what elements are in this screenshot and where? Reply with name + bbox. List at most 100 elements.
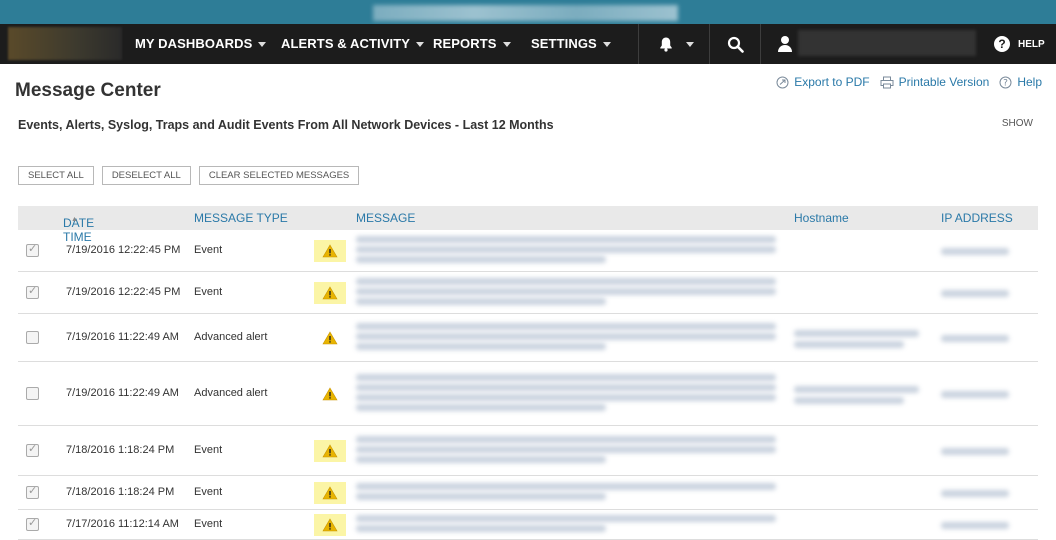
row-datetime: 7/19/2016 11:22:49 AM — [66, 331, 179, 343]
nav-settings[interactable]: SETTINGS — [531, 24, 611, 64]
row-checkbox[interactable] — [26, 242, 39, 257]
user-icon — [778, 36, 792, 52]
row-datetime: 7/18/2016 1:18:24 PM — [66, 444, 175, 456]
message-redacted — [356, 256, 606, 263]
table-row[interactable]: 7/18/2016 1:18:24 PM Event — [18, 476, 1038, 510]
deselect-all-button[interactable]: DESELECT ALL — [101, 166, 191, 185]
banner-redacted-text — [373, 5, 678, 21]
user-name-redacted[interactable] — [798, 30, 976, 56]
nav-divider — [638, 24, 639, 64]
row-message-type: Event — [194, 444, 223, 456]
table-row[interactable]: 7/19/2016 11:22:49 AM Advanced alert — [18, 362, 1038, 426]
top-banner — [0, 0, 1056, 24]
row-checkbox[interactable] — [26, 484, 39, 499]
export-pdf-link[interactable]: Export to PDF — [776, 75, 870, 89]
table-header: DATE TIME ▲ MESSAGE TYPE MESSAGE Hostname… — [18, 206, 1038, 244]
nav-label: SETTINGS — [531, 36, 597, 51]
col-message[interactable]: MESSAGE — [356, 211, 415, 225]
nav-my-dashboards[interactable]: MY DASHBOARDS — [135, 24, 267, 64]
message-table: DATE TIME ▲ MESSAGE TYPE MESSAGE Hostname… — [18, 206, 1038, 540]
chevron-down-icon — [686, 41, 694, 47]
row-message-type: Event — [194, 286, 223, 298]
show-toggle[interactable]: SHOW — [1002, 118, 1033, 129]
warning-icon — [314, 327, 346, 349]
user-button[interactable] — [772, 24, 798, 64]
col-hostname[interactable]: Hostname — [794, 211, 849, 225]
table-row[interactable]: 7/18/2016 1:18:24 PM Event — [18, 426, 1038, 476]
ip-redacted — [941, 248, 1009, 255]
nav-divider — [760, 24, 761, 64]
table-row[interactable]: 7/19/2016 12:22:45 PM Event — [18, 272, 1038, 314]
message-redacted — [356, 493, 606, 500]
nav-divider — [709, 24, 710, 64]
row-checkbox[interactable] — [26, 284, 39, 299]
row-checkbox[interactable] — [26, 516, 39, 531]
section-subtitle: Events, Alerts, Syslog, Traps and Audit … — [18, 118, 554, 132]
row-message-type: Event — [194, 244, 223, 256]
help-link[interactable]: ? Help — [999, 75, 1042, 89]
message-redacted — [356, 246, 776, 253]
col-message-type[interactable]: MESSAGE TYPE — [194, 211, 288, 225]
warning-icon — [314, 482, 346, 504]
page-actions: Export to PDF Printable Version ? Help — [776, 75, 1042, 89]
message-redacted — [356, 515, 776, 522]
nav-reports[interactable]: REPORTS — [433, 24, 511, 64]
row-message-type: Event — [194, 486, 223, 498]
ip-redacted — [941, 448, 1009, 455]
message-redacted — [356, 236, 776, 243]
warning-icon — [314, 383, 346, 405]
ip-redacted — [941, 490, 1009, 497]
bell-icon — [660, 37, 672, 52]
hostname-redacted — [794, 397, 904, 404]
svg-text:?: ? — [1003, 78, 1008, 88]
notifications-button[interactable] — [656, 24, 696, 64]
ip-redacted — [941, 522, 1009, 529]
sort-icon: ▲ — [71, 216, 78, 223]
message-redacted — [356, 333, 776, 340]
row-datetime: 7/19/2016 12:22:45 PM — [66, 244, 181, 256]
row-datetime: 7/19/2016 11:22:49 AM — [66, 387, 179, 399]
printable-version-label: Printable Version — [898, 75, 990, 89]
table-body: 7/19/2016 12:22:45 PMEvent7/19/2016 12:2… — [18, 230, 1038, 540]
row-checkbox[interactable] — [26, 331, 39, 344]
col-ip-address[interactable]: IP ADDRESS — [941, 211, 1013, 225]
row-datetime: 7/17/2016 11:12:14 AM — [66, 518, 179, 530]
search-icon — [727, 36, 744, 53]
message-redacted — [356, 374, 776, 381]
hostname-redacted — [794, 386, 919, 393]
nav-label: MY DASHBOARDS — [135, 36, 253, 51]
logo[interactable] — [8, 27, 122, 60]
message-redacted — [356, 384, 776, 391]
export-pdf-label: Export to PDF — [794, 75, 870, 89]
ip-redacted — [941, 391, 1009, 398]
message-redacted — [356, 404, 606, 411]
row-datetime: 7/18/2016 1:18:24 PM — [66, 486, 175, 498]
table-row[interactable]: 7/19/2016 12:22:45 PM Event — [18, 230, 1038, 272]
clear-selected-button[interactable]: CLEAR SELECTED MESSAGES — [198, 166, 360, 185]
message-redacted — [356, 456, 606, 463]
table-row[interactable]: 7/17/2016 11:12:14 AM Event — [18, 510, 1038, 540]
chevron-down-icon — [258, 42, 267, 48]
row-message-type: Event — [194, 518, 223, 530]
row-checkbox[interactable] — [26, 442, 39, 457]
search-button[interactable] — [718, 24, 752, 64]
message-redacted — [356, 525, 606, 532]
printer-icon — [880, 76, 894, 88]
ip-redacted — [941, 290, 1009, 297]
warning-icon — [314, 282, 346, 304]
help-link-label: Help — [1017, 75, 1042, 89]
row-message-type: Advanced alert — [194, 387, 268, 399]
printable-version-link[interactable]: Printable Version — [880, 75, 990, 89]
select-all-button[interactable]: SELECT ALL — [18, 166, 94, 185]
hostname-redacted — [794, 330, 919, 337]
message-redacted — [356, 394, 776, 401]
nav-label: REPORTS — [433, 36, 497, 51]
bulk-actions: SELECT ALL DESELECT ALL CLEAR SELECTED M… — [18, 166, 360, 185]
help-button[interactable]: ? HELP — [994, 24, 1045, 64]
main-nav: MY DASHBOARDS ALERTS & ACTIVITY REPORTS … — [0, 24, 1056, 64]
chevron-down-icon — [416, 42, 425, 48]
table-row[interactable]: 7/19/2016 11:22:49 AM Advanced alert — [18, 314, 1038, 362]
nav-alerts-activity[interactable]: ALERTS & ACTIVITY — [281, 24, 425, 64]
message-redacted — [356, 343, 606, 350]
row-checkbox[interactable] — [26, 387, 39, 400]
